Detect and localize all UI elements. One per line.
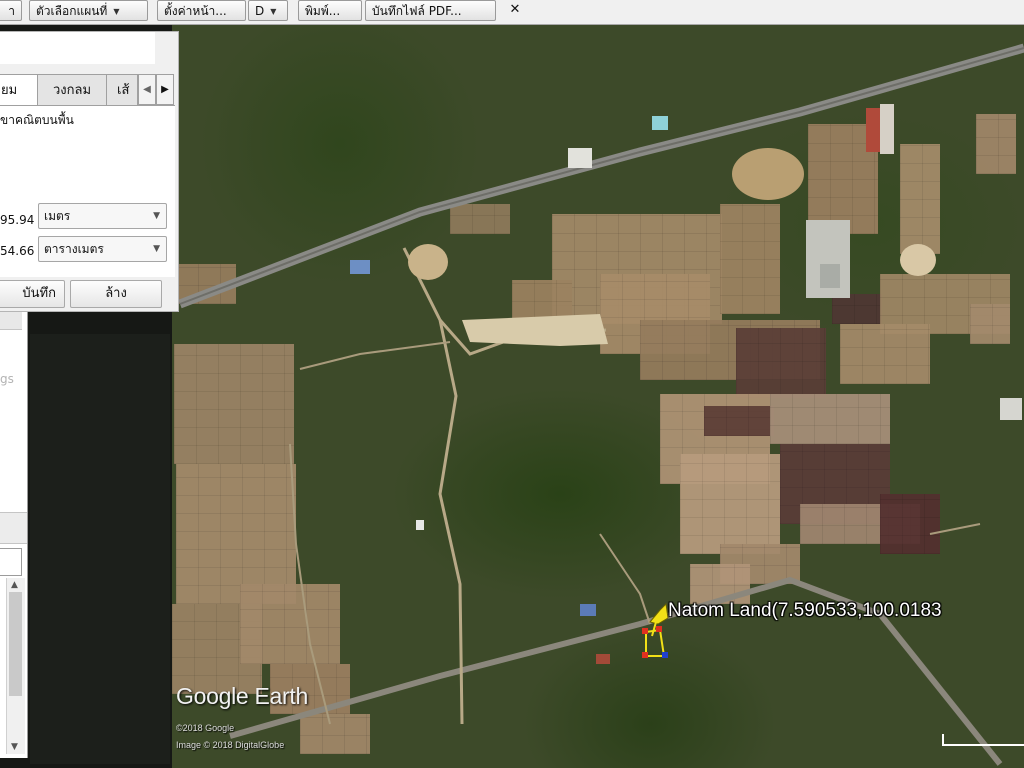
save-button[interactable]: บันทึก — [0, 280, 65, 308]
perimeter-value: 95.94 — [0, 213, 35, 227]
sidebar-search-input[interactable] — [0, 548, 22, 576]
sidebar-panel: gs ▲ ▼ — [0, 312, 28, 758]
google-earth-logo: Google Earth — [176, 683, 308, 709]
print-toolbar: า ตัวเลือกแผนที่ ▼ ตั้งค่าหน้า... D ▼ พิมพ… — [0, 0, 1024, 25]
area-unit-select[interactable]: ตารางเมตร ▼ — [38, 236, 167, 262]
perimeter-unit-select[interactable]: เมตร ▼ — [38, 203, 167, 229]
chevron-down-icon: ▼ — [270, 7, 277, 16]
tab-polygon[interactable]: ยม — [0, 74, 38, 106]
sidebar-scrollbar[interactable]: ▲ ▼ — [6, 578, 25, 754]
page-setup-button[interactable]: ตั้งค่าหน้า... — [157, 0, 246, 21]
tab-circle[interactable]: วงกลม — [37, 74, 107, 105]
scroll-down-icon[interactable]: ▼ — [11, 742, 18, 752]
save-pdf-button[interactable]: บันทึกไฟล์ PDF... — [365, 0, 496, 21]
placemark-label[interactable]: Natom Land(7.590533,100.0183 — [668, 600, 942, 622]
document-dropdown-button[interactable]: D ▼ — [248, 0, 288, 21]
ruler-dialog: ยม วงกลม เส้ ◀ ▶ ขาคณิตบนพื้น 95.94 เมตร… — [0, 31, 179, 312]
measured-polygon — [642, 626, 668, 658]
highway — [178, 43, 1024, 309]
ruler-panel: ขาคณิตบนพื้น 95.94 เมตร ▼ 54.66 ตารางเมตร… — [0, 105, 175, 277]
clear-button[interactable]: ล้าง — [70, 280, 162, 308]
tab-path[interactable]: เส้ — [106, 74, 138, 105]
scrollbar-thumb[interactable] — [9, 592, 22, 696]
chevron-down-icon: ▼ — [153, 244, 160, 254]
ruler-description: ขาคณิตบนพื้น — [0, 113, 74, 127]
area-value: 54.66 — [0, 244, 35, 258]
chevron-down-icon: ▼ — [113, 7, 120, 16]
copyright-imagery: Image © 2018 DigitalGlobe — [176, 740, 285, 750]
close-icon[interactable]: ✕ — [506, 0, 524, 20]
sidebar-section-divider — [0, 512, 27, 544]
sidebar-ghost-text: gs — [0, 372, 14, 386]
chevron-down-icon: ▼ — [153, 211, 160, 221]
print-button[interactable]: พิมพ์... — [298, 0, 362, 21]
scale-bar — [942, 734, 1024, 746]
sidebar-header — [0, 312, 22, 330]
tab-scroll-right-icon[interactable]: ▶ — [156, 74, 174, 105]
map-options-button[interactable]: ตัวเลือกแผนที่ ▼ — [29, 0, 148, 21]
toolbar-button-truncated[interactable]: า — [0, 0, 22, 21]
tab-scroll-left-icon[interactable]: ◀ — [138, 74, 156, 105]
scroll-up-icon[interactable]: ▲ — [11, 580, 18, 590]
ruler-titlebar[interactable] — [0, 32, 155, 64]
copyright-google: ©2018 Google — [176, 723, 235, 733]
